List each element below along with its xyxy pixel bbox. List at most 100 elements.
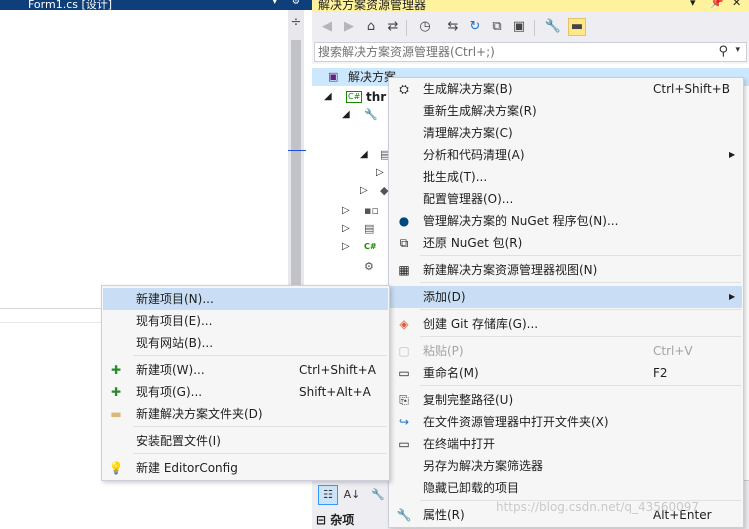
switch-views-icon[interactable]: ⇄ [384,18,402,36]
menu-item[interactable]: ● 管理解决方案的 NuGet 程序包(N)... [390,210,742,232]
menu-item[interactable]: ↪ 在文件资源管理器中打开文件夹(X) [390,411,742,433]
menu-item[interactable]: 安装配置文件(I) [103,430,388,452]
collapse-glyph-icon[interactable]: ◢ [324,88,332,106]
properties-category-label: 杂项 [330,513,355,527]
menu-item[interactable]: 另存为解决方案筛选器 [390,455,742,477]
menu-item-label: 属性(R) [423,508,465,522]
menu-item-label: 在终端中打开 [423,437,496,451]
menu-item[interactable]: 添加(D) ▶ [390,286,742,308]
tree-node-child[interactable]: ▷ ◆ [312,182,388,200]
tree-node-child[interactable]: ▷ [312,164,388,182]
menu-separator [420,282,741,283]
solution-context-menu: ⛭ 生成解决方案(B) Ctrl+Shift+B 重新生成解决方案(R) 清理解决方案(… [388,77,744,528]
alphabetical-sort-icon[interactable]: A↓ [342,485,362,505]
menu-item-label: 批生成(T)... [423,170,488,184]
categorized-view-icon[interactable]: ☷ [318,485,338,505]
nuget-icon: ● [398,214,410,228]
restore-packages-icon: ⧉ [399,236,409,250]
tree-node-references[interactable]: ◢ ▤ [312,146,390,164]
menu-item-shortcut: Ctrl+Shift+A [299,363,376,377]
show-all-files-icon[interactable]: ▣ [510,18,528,36]
solution-folder-icon: ▬ [110,407,122,421]
menu-item[interactable]: 💡 新建 EditorConfig [103,457,388,479]
menu-item-label: 生成解决方案(B) [423,82,513,96]
designer-canvas[interactable] [0,10,288,310]
tree-node-child[interactable]: ▷ C# [312,238,388,256]
home-icon[interactable]: ⌂ [362,18,380,36]
expand-glyph-icon[interactable]: ▷ [360,182,368,200]
menu-item[interactable]: ✚ 新建项(W)... Ctrl+Shift+A [103,359,388,381]
menu-item[interactable]: ▭ 在终端中打开 [390,433,742,455]
tab-bar-controls[interactable]: ▾ ⚙ [273,0,306,7]
search-input[interactable] [318,45,703,59]
solution-explorer-search-box[interactable]: ⚲ ▾ [314,42,747,62]
search-icon[interactable]: ⚲ [718,44,728,59]
collapse-glyph-icon[interactable]: ◢ [342,106,350,124]
window-dropdown-icon[interactable]: ▾ [690,0,696,9]
tree-node-child[interactable]: ▷ ▪▫ [312,202,388,220]
properties-category-misc[interactable]: ⊟ 杂项 [316,511,354,528]
expand-glyph-icon[interactable]: ▷ [342,238,350,256]
menu-item[interactable]: ⛭ 生成解决方案(B) Ctrl+Shift+B [390,78,742,100]
search-options-dropdown-icon[interactable]: ▾ [735,45,740,55]
split-window-icon[interactable]: ÷ [290,16,302,32]
tree-node-child[interactable]: ▷ ▤ [312,220,388,238]
menu-item[interactable]: 清理解决方案(C) [390,122,742,144]
menu-item[interactable]: 分析和代码清理(A) ▶ [390,144,742,166]
references-icon: ▪▫ [364,204,379,217]
tree-node-project[interactable]: ◢ C# thr [312,88,392,106]
copy-path-icon: ⎘ [399,393,409,407]
rename-icon: ▭ [398,366,410,380]
menu-item[interactable]: 新建项目(N)... [103,288,388,310]
refresh-icon[interactable]: ↻ [466,18,484,36]
toolbar-separator [406,20,407,36]
preview-selected-items-icon[interactable]: ▬ [568,18,586,36]
menu-separator [420,336,741,337]
menu-item[interactable]: ▦ 新建解决方案资源管理器视图(N) [390,259,742,281]
menu-item[interactable]: ✚ 现有项(G)... Shift+Alt+A [103,381,388,403]
menu-item[interactable]: 配置管理器(O)... [390,188,742,210]
menu-item[interactable]: 隐藏已卸载的项目 [390,477,742,499]
expand-glyph-icon[interactable]: ▷ [342,202,350,220]
menu-item-label: 管理解决方案的 NuGet 程序包(N)... [423,214,619,228]
new-item-icon: ✚ [110,363,122,377]
tree-node-properties[interactable]: ◢ 🔧 [312,106,388,124]
property-pages-wrench-icon[interactable]: 🔧 [368,485,388,505]
close-icon[interactable]: ✕ [732,0,741,9]
menu-item[interactable]: 现有项目(E)... [103,310,388,332]
menu-item-label: 另存为解决方案筛选器 [423,459,544,473]
menu-item[interactable]: ⎘ 复制完整路径(U) [390,389,742,411]
properties-wrench-icon[interactable]: 🔧 [544,18,562,36]
solution-explorer-toolbar: ◀ ▶ ⌂ ⇄ ◷ ⇆ ↻ ⧉ ▣ 🔧 ▬ [312,12,749,42]
solution-explorer-title-bar[interactable]: 解决方案资源管理器 ▾ 📌 ✕ [312,0,749,12]
menu-item-shortcut: F2 [653,366,668,380]
tree-node-child[interactable]: ⚙ [312,258,388,276]
existing-item-icon: ✚ [110,385,122,399]
collapse-glyph-icon[interactable]: ◢ [360,146,368,164]
designer-vertical-scrollbar[interactable]: ÷ [288,10,304,310]
scrollbar-thumb[interactable] [291,40,301,288]
back-icon[interactable]: ◀ [318,18,336,36]
menu-item[interactable]: ⧉ 还原 NuGet 包(R) [390,232,742,254]
menu-item-label: 创建 Git 存储库(G)... [423,317,539,331]
expand-glyph-icon[interactable]: ▷ [342,220,350,238]
sync-active-document-icon[interactable]: ⇆ [444,18,462,36]
collapse-all-icon[interactable]: ⧉ [488,18,506,36]
menu-item[interactable]: 重新生成解决方案(R) [390,100,742,122]
menu-item[interactable]: ▭ 重命名(M) F2 [390,362,742,384]
menu-item-label: 配置管理器(O)... [423,192,514,206]
pending-changes-filter-icon[interactable]: ◷ [416,18,434,36]
config-file-icon: ⚙ [364,260,374,273]
menu-item-label: 粘贴(P) [423,344,464,358]
menu-item[interactable]: ▢ 粘贴(P) Ctrl+V [390,340,742,362]
menu-item-label: 还原 NuGet 包(R) [423,236,523,250]
pin-icon[interactable]: 📌 [710,0,724,9]
submenu-arrow-icon: ▶ [729,150,736,159]
menu-separator [133,355,387,356]
forward-icon[interactable]: ▶ [340,18,358,36]
menu-item[interactable]: ◈ 创建 Git 存储库(G)... [390,313,742,335]
expand-glyph-icon[interactable]: ▷ [376,164,384,182]
menu-item[interactable]: ▬ 新建解决方案文件夹(D) [103,403,388,425]
menu-item[interactable]: 批生成(T)... [390,166,742,188]
menu-item[interactable]: 现有网站(B)... [103,332,388,354]
